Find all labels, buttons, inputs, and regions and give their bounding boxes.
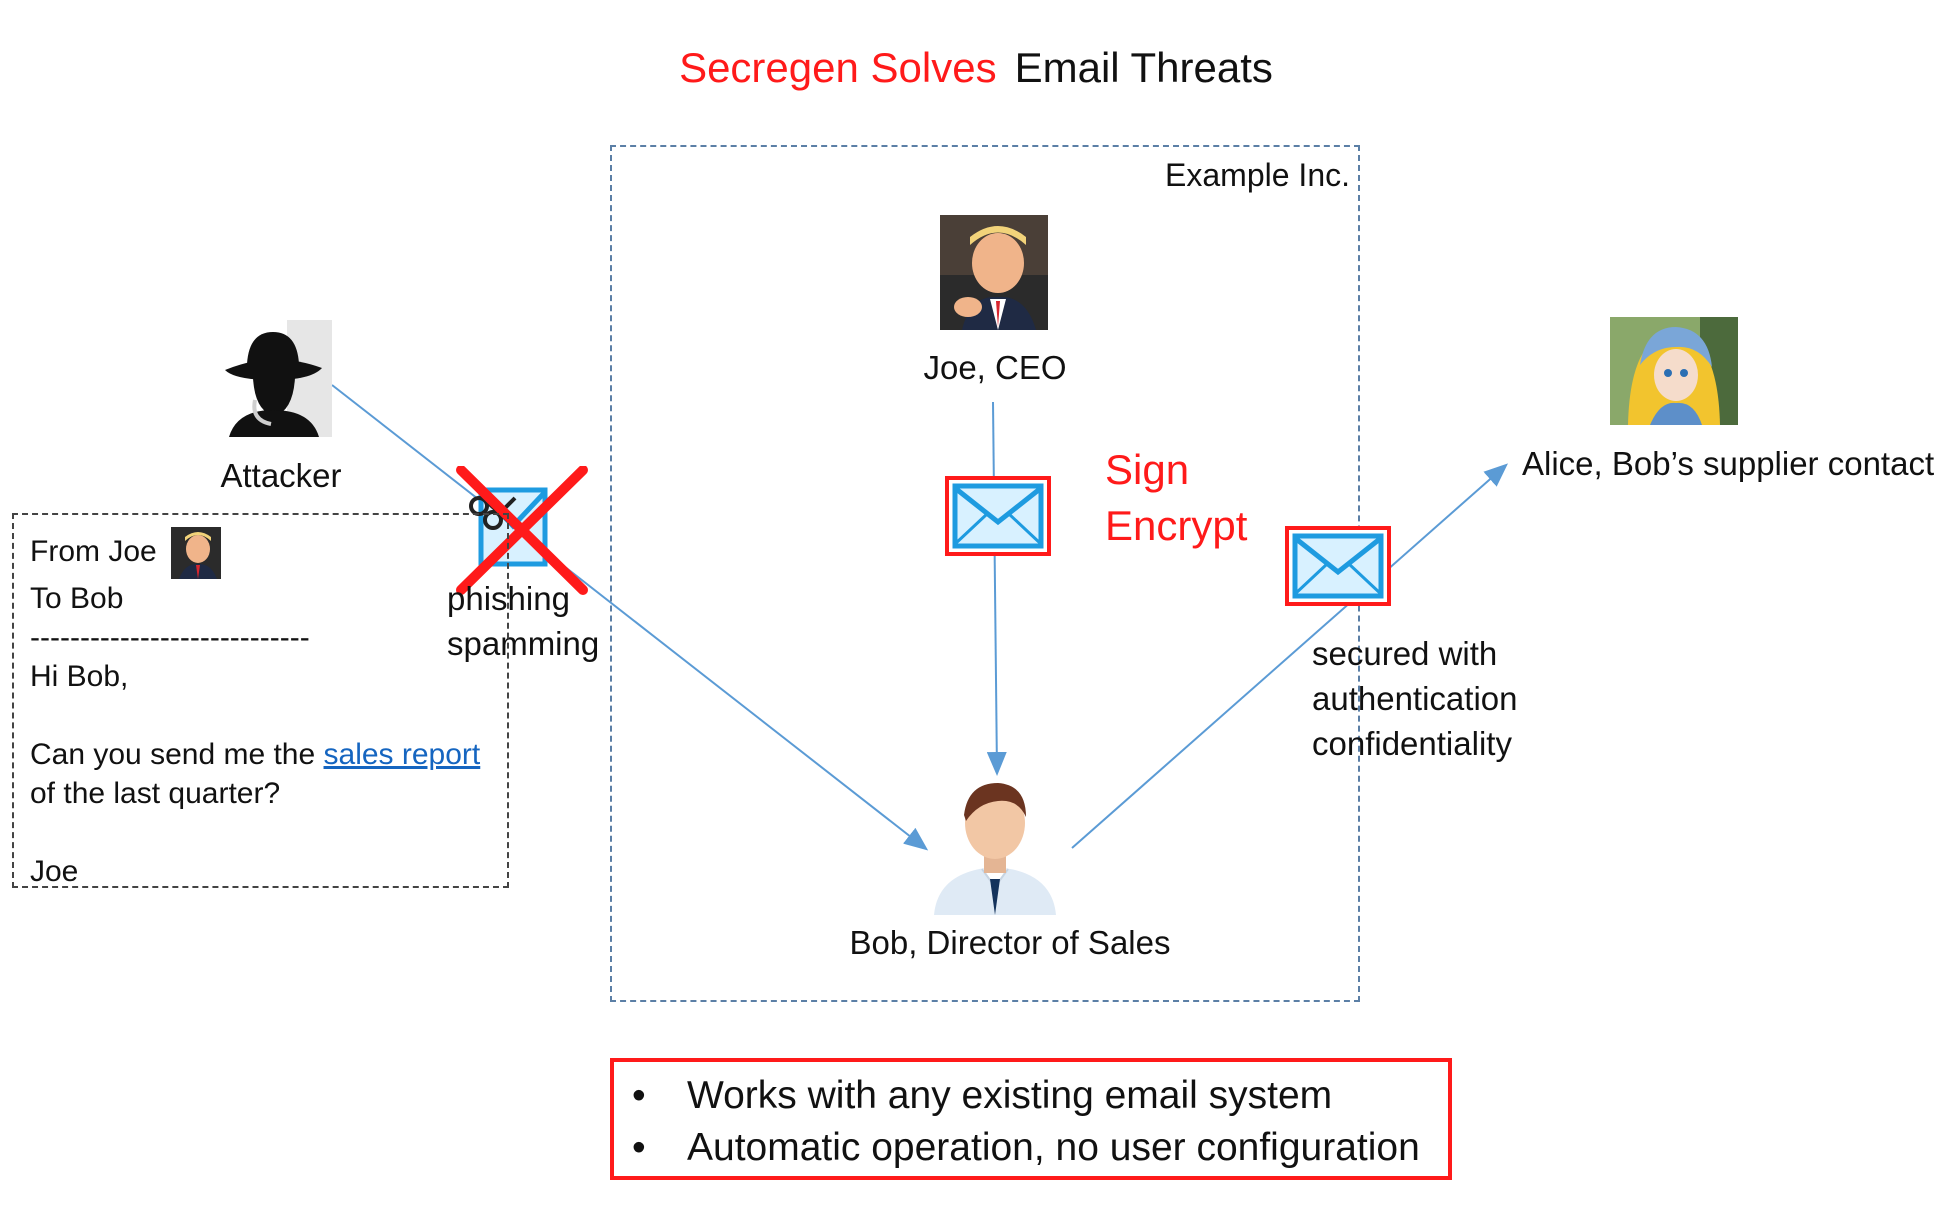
title-rest: Email Threats (1014, 44, 1273, 91)
features-box: • Works with any existing email system • A… (610, 1058, 1452, 1180)
envelope-icon (945, 476, 1051, 556)
company-label: Example Inc. (1165, 157, 1350, 193)
ceo-avatar (940, 215, 1048, 330)
secured-line-2: authentication (1312, 680, 1518, 717)
feature-text: Automatic operation, no user configurati… (687, 1126, 1420, 1169)
encrypt-label: Encrypt (1105, 502, 1248, 549)
sender-avatar (171, 527, 222, 579)
bob-avatar (934, 783, 1056, 915)
attacker-label: Attacker (220, 457, 342, 494)
email-from-row: From Joe (30, 527, 491, 579)
email-body-start: Can you send me the (30, 738, 324, 771)
feature-text: Works with any existing email system (687, 1074, 1333, 1117)
attacker-icon (215, 320, 332, 437)
email-to: To Bob (30, 582, 124, 615)
alice-avatar (1610, 317, 1738, 425)
email-greeting: Hi Bob, (30, 660, 129, 693)
alice-label: Alice, Bob’s supplier contact (1522, 445, 1935, 482)
feature-item: • Works with any existing email system (632, 1074, 1333, 1117)
fake-email-card: From Joe To Bob ------------------------… (12, 513, 509, 888)
feature-item: • Automatic operation, no user configurat… (632, 1126, 1420, 1169)
bob-label: Bob, Director of Sales (849, 924, 1171, 961)
diagram-title: Secregen Solves Email Threats (0, 44, 1952, 92)
email-body-line-1: Can you send me the sales report (30, 735, 491, 774)
envelope-icon (1285, 526, 1391, 606)
email-divider: ---------------------------- (30, 621, 310, 654)
sign-label: Sign (1105, 446, 1190, 493)
sales-report-link[interactable]: sales report (324, 738, 481, 771)
email-body-end: of the last quarter? (30, 777, 281, 810)
ceo-label: Joe, CEO (923, 349, 1067, 386)
email-signoff: Joe (30, 855, 79, 888)
secured-line-3: confidentiality (1312, 725, 1512, 762)
email-from: From Joe (30, 534, 157, 568)
secured-line-1: secured with (1312, 635, 1498, 672)
secured-labels: secured with authentication confidential… (1312, 631, 1518, 766)
title-brand: Secregen Solves (679, 44, 997, 91)
